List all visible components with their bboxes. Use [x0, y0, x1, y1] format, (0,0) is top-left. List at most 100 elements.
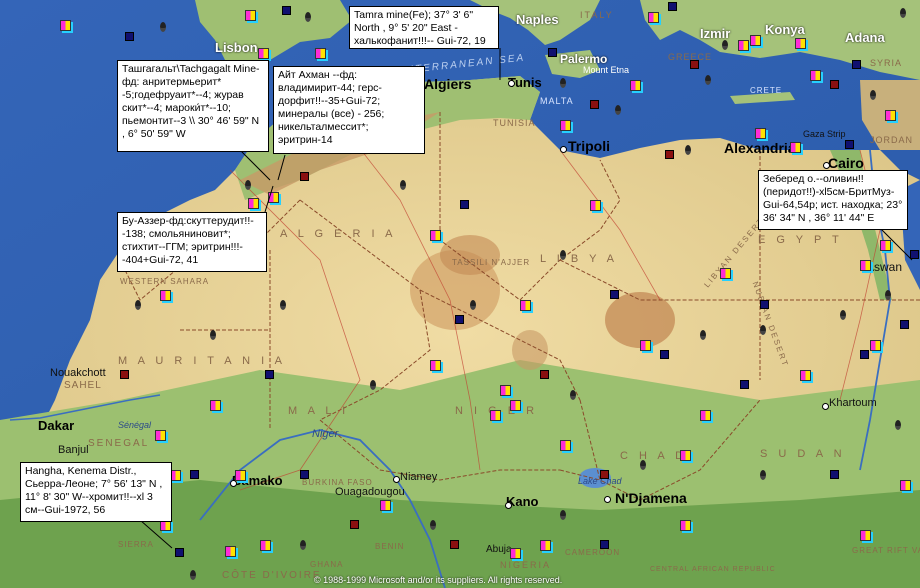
pushpin-icon[interactable]	[700, 330, 706, 340]
pushpin-icon[interactable]	[305, 12, 311, 22]
mineral-site-icon[interactable]	[810, 70, 821, 81]
city-abuja[interactable]: Abuja	[486, 544, 512, 555]
pushpin-icon[interactable]	[560, 250, 566, 260]
mineral-site-icon[interactable]	[315, 48, 326, 59]
city-palermo[interactable]: Palermo	[560, 52, 607, 66]
callout-hangha[interactable]: Hangha, Kenema Distr., Сьерра-Леоне; 7° …	[20, 462, 172, 522]
pushpin-icon[interactable]	[280, 300, 286, 310]
mineral-site-icon[interactable]	[540, 540, 551, 551]
city-aswan[interactable]: Aswan	[866, 260, 902, 274]
mineral-site-icon[interactable]	[680, 450, 691, 461]
pushpin-icon[interactable]	[470, 300, 476, 310]
mineral-site-icon[interactable]	[60, 20, 71, 31]
city-marker[interactable]	[604, 496, 611, 503]
mineral-site-icon[interactable]	[430, 360, 441, 371]
pushpin-icon[interactable]	[300, 540, 306, 550]
mine-square-icon[interactable]	[460, 200, 469, 209]
mine-square-icon[interactable]	[600, 470, 609, 479]
mine-square-icon[interactable]	[350, 520, 359, 529]
city-marker[interactable]	[393, 476, 400, 483]
pushpin-icon[interactable]	[760, 470, 766, 480]
mineral-site-icon[interactable]	[750, 35, 761, 46]
mineral-site-icon[interactable]	[648, 12, 659, 23]
mine-square-icon[interactable]	[300, 172, 309, 181]
mine-square-icon[interactable]	[120, 370, 129, 379]
mineral-site-icon[interactable]	[630, 80, 641, 91]
mine-square-icon[interactable]	[760, 300, 769, 309]
mineral-site-icon[interactable]	[720, 268, 731, 279]
callout-zabargad[interactable]: Зеберед о.--оливин!! (перидот!!)-xl5см-Б…	[758, 170, 908, 230]
pushpin-icon[interactable]	[190, 570, 196, 580]
pushpin-icon[interactable]	[760, 325, 766, 335]
mine-square-icon[interactable]	[690, 60, 699, 69]
mineral-site-icon[interactable]	[235, 470, 246, 481]
mineral-site-icon[interactable]	[790, 142, 801, 153]
city-cairo[interactable]: Cairo	[828, 155, 864, 171]
mineral-site-icon[interactable]	[880, 240, 891, 251]
pushpin-icon[interactable]	[430, 520, 436, 530]
city-banjul[interactable]: Banjul	[58, 444, 89, 456]
mine-square-icon[interactable]	[910, 250, 919, 259]
mineral-site-icon[interactable]	[885, 110, 896, 121]
mineral-site-icon[interactable]	[248, 198, 259, 209]
callout-bou-azzer[interactable]: Бу-Аззер-фд:скуттерудит!!--138; смольяни…	[117, 212, 267, 272]
mine-square-icon[interactable]	[665, 150, 674, 159]
pushpin-icon[interactable]	[870, 90, 876, 100]
city-adana[interactable]: Adana	[845, 30, 885, 45]
mineral-site-icon[interactable]	[560, 120, 571, 131]
mineral-site-icon[interactable]	[640, 340, 651, 351]
mine-square-icon[interactable]	[740, 380, 749, 389]
mineral-site-icon[interactable]	[490, 410, 501, 421]
mine-square-icon[interactable]	[300, 470, 309, 479]
mineral-site-icon[interactable]	[268, 192, 279, 203]
mineral-site-icon[interactable]	[800, 370, 811, 381]
mine-square-icon[interactable]	[600, 540, 609, 549]
mine-square-icon[interactable]	[265, 370, 274, 379]
mine-square-icon[interactable]	[125, 32, 134, 41]
pushpin-icon[interactable]	[135, 300, 141, 310]
pushpin-icon[interactable]	[570, 390, 576, 400]
mineral-site-icon[interactable]	[380, 500, 391, 511]
city-marker[interactable]	[560, 146, 567, 153]
mineral-site-icon[interactable]	[258, 48, 269, 59]
mineral-site-icon[interactable]	[520, 300, 531, 311]
pushpin-icon[interactable]	[560, 510, 566, 520]
pushpin-icon[interactable]	[685, 145, 691, 155]
pushpin-icon[interactable]	[840, 310, 846, 320]
mineral-site-icon[interactable]	[590, 200, 601, 211]
city-marker[interactable]	[508, 80, 515, 87]
city-izmir[interactable]: Izmir	[700, 26, 730, 41]
mineral-site-icon[interactable]	[700, 410, 711, 421]
mineral-site-icon[interactable]	[500, 385, 511, 396]
city-marker[interactable]	[822, 403, 829, 410]
mine-square-icon[interactable]	[455, 315, 464, 324]
city-marker[interactable]	[505, 502, 512, 509]
pushpin-icon[interactable]	[400, 180, 406, 190]
mineral-site-icon[interactable]	[160, 290, 171, 301]
mineral-site-icon[interactable]	[680, 520, 691, 531]
city-mount-etna[interactable]: Mount Etna	[583, 65, 629, 75]
mine-square-icon[interactable]	[830, 80, 839, 89]
city-khartoum[interactable]: Khartoum	[829, 397, 877, 409]
city-marker[interactable]	[823, 162, 830, 169]
mine-square-icon[interactable]	[830, 470, 839, 479]
city-niamey[interactable]: Niamey	[400, 471, 437, 483]
mineral-site-icon[interactable]	[510, 400, 521, 411]
mineral-site-icon[interactable]	[430, 230, 441, 241]
pushpin-icon[interactable]	[885, 290, 891, 300]
mineral-site-icon[interactable]	[210, 400, 221, 411]
pushpin-icon[interactable]	[210, 330, 216, 340]
mine-square-icon[interactable]	[548, 48, 557, 57]
mineral-site-icon[interactable]	[155, 430, 166, 441]
mineral-site-icon[interactable]	[260, 540, 271, 551]
pushpin-icon[interactable]	[895, 420, 901, 430]
mineral-site-icon[interactable]	[510, 548, 521, 559]
city-naples[interactable]: Naples	[516, 12, 559, 27]
pushpin-icon[interactable]	[640, 460, 646, 470]
mine-square-icon[interactable]	[590, 100, 599, 109]
pushpin-icon[interactable]	[245, 180, 251, 190]
mineral-site-icon[interactable]	[900, 480, 911, 491]
mine-square-icon[interactable]	[668, 2, 677, 11]
city-marker[interactable]	[230, 480, 237, 487]
mine-square-icon[interactable]	[450, 540, 459, 549]
